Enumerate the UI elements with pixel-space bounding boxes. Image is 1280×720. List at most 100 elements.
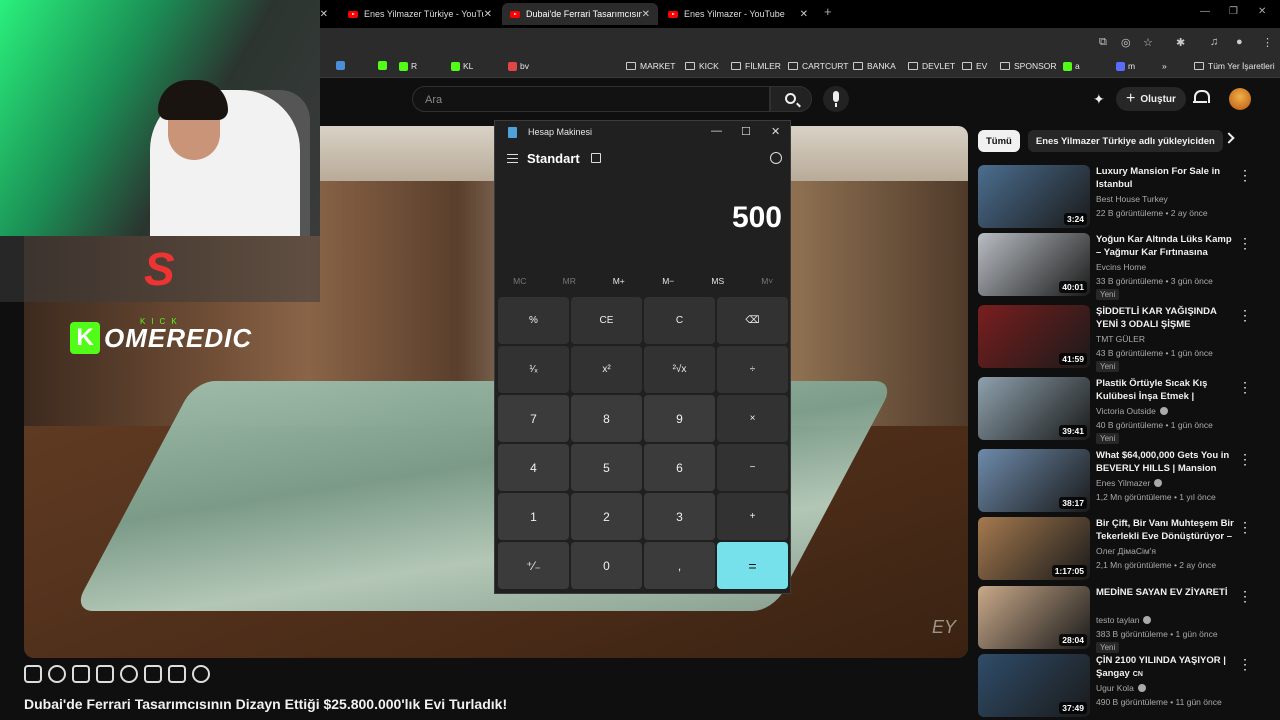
chevron-right-icon[interactable] [1223,132,1235,144]
calc-key[interactable]: × [717,395,788,442]
sparkle-icon[interactable]: ✦ [1093,91,1105,108]
hide-eye-icon[interactable]: ◎ [1121,36,1131,49]
calc-key[interactable]: 7 [498,395,569,442]
install-app-icon[interactable]: ⧉ [1099,36,1107,49]
more-actions-icon[interactable] [1238,167,1250,181]
video-thumbnail[interactable]: 41:59 [978,305,1090,368]
calc-key[interactable]: 6 [644,444,715,491]
more-actions-icon[interactable] [1238,307,1250,321]
calc-key[interactable]: , [644,542,715,589]
film-strip-icon[interactable] [96,665,114,683]
calc-key[interactable]: = [717,542,788,589]
bookmark-folder-cartcurt[interactable]: CARTCURT [788,61,848,71]
video-thumbnail[interactable]: 40:01 [978,233,1090,296]
close-tab-icon[interactable]: ✕ [484,9,492,20]
video-thumbnail[interactable]: 38:17 [978,449,1090,512]
calc-key[interactable]: 0 [571,542,642,589]
settings-gear-icon[interactable] [192,665,210,683]
channel-name[interactable]: Enes Yilmazer [1096,478,1163,488]
video-thumbnail[interactable]: 1:17:05 [978,517,1090,580]
calc-key[interactable]: 9 [644,395,715,442]
speed-gauge-icon[interactable] [120,665,138,683]
more-actions-icon[interactable] [1238,235,1250,249]
media-controls-icon[interactable]: ♫ [1210,36,1218,48]
close-icon[interactable]: ✕ [771,125,780,138]
search-input[interactable]: Ara [412,86,770,112]
bookmark-r[interactable]: R [399,61,417,71]
loop-icon[interactable] [24,665,42,683]
recommendation-item[interactable]: 28:04 MEDİNE SAYAN EV ZİYARETİ testo tayla… [978,586,1268,653]
avatar[interactable] [1229,88,1251,110]
channel-name[interactable]: Best House Turkey [1096,194,1168,204]
channel-name[interactable]: Victoria Outside [1096,406,1168,416]
recommendation-item[interactable]: 3:24 Luxury Mansion For Sale in Istanbul B… [978,165,1268,229]
close-tab-icon[interactable]: ✕ [320,9,328,20]
video-thumbnail[interactable]: 3:24 [978,165,1090,228]
more-actions-icon[interactable] [1238,656,1250,670]
channel-name[interactable]: Олег ДімаСім'я [1096,546,1156,556]
maximize-icon[interactable]: ☐ [741,125,751,138]
calc-key[interactable]: 2 [571,493,642,540]
bookmark-m2[interactable]: m [1116,61,1135,71]
notifications-bell-icon[interactable] [1193,90,1210,104]
recommendation-title[interactable]: Yoğun Kar Altında Lüks Kamp – Yağmur Kar… [1096,233,1236,260]
calc-key[interactable]: ⁺⁄₋ [498,542,569,589]
close-tab-icon[interactable]: ✕ [642,9,650,20]
recommendation-title[interactable]: Luxury Mansion For Sale in Istanbul [1096,165,1236,191]
bookmark-folder-filmler[interactable]: FİLMLER [731,61,781,71]
minimize-window-icon[interactable]: — [1200,6,1210,17]
bookmark-m[interactable] [336,61,348,70]
recommendation-title[interactable]: Bir Çift, Bir Vanı Muhteşem Bir Tekerlek… [1096,517,1236,544]
calc-key[interactable]: ⌫ [717,297,788,344]
recommendation-title[interactable]: ÇİN 2100 YILINDA YAŞIYOR | Şangay CN [1096,654,1236,681]
bookmark-folder-banka[interactable]: BANKA [853,61,896,71]
recommendation-item[interactable]: 37:49 ÇİN 2100 YILINDA YAŞIYOR | Şangay CN… [978,654,1268,718]
video-thumbnail[interactable]: 39:41 [978,377,1090,440]
bookmark-kick[interactable] [378,61,390,70]
recommendation-item[interactable]: 41:59 ŞİDDETLİ KAR YAĞIŞINDA YENİ 3 ODALI… [978,305,1268,372]
calc-key[interactable]: x² [571,346,642,393]
close-window-icon[interactable]: ✕ [1258,6,1266,17]
calc-key[interactable]: 3 [644,493,715,540]
channel-name[interactable]: Ugur Kola [1096,683,1146,693]
calc-key[interactable]: ÷ [717,346,788,393]
screenshot-camera-icon[interactable] [168,665,186,683]
more-actions-icon[interactable] [1238,379,1250,393]
more-actions-icon[interactable] [1238,588,1250,602]
bookmark-folder-all[interactable]: Tüm Yer İşaretleri [1194,61,1275,71]
calc-key[interactable]: ¹⁄ₓ [498,346,569,393]
voice-search-icon[interactable] [823,86,849,112]
recommendation-title[interactable]: MEDİNE SAYAN EV ZİYARETİ [1096,586,1236,599]
recommendation-title[interactable]: ŞİDDETLİ KAR YAĞIŞINDA YENİ 3 ODALI ŞİŞM… [1096,305,1236,332]
close-tab-icon[interactable]: ✕ [800,9,808,20]
profile-icon[interactable]: ● [1236,36,1243,48]
memory-button[interactable]: MR [545,273,595,289]
minimize-icon[interactable]: — [711,125,722,137]
channel-name[interactable]: testo taylan [1096,615,1152,625]
add-clip-icon[interactable] [144,665,162,683]
bookmark-folder-sponsor[interactable]: SPONSOR [1000,61,1057,71]
calc-key[interactable]: CE [571,297,642,344]
calc-key[interactable]: − [717,444,788,491]
bookmark-folder-devlet[interactable]: DEVLET [908,61,955,71]
create-button[interactable]: + Oluştur [1116,87,1186,111]
more-actions-icon[interactable] [1238,451,1250,465]
memory-button[interactable]: M− [644,273,694,289]
more-actions-icon[interactable] [1238,519,1250,533]
video-thumbnail[interactable]: 37:49 [978,654,1090,717]
calc-key[interactable]: 8 [571,395,642,442]
filter-chip[interactable]: Enes Yilmazer Türkiye adlı yükleyiciden [1027,130,1223,152]
video-thumbnail[interactable]: 28:04 [978,586,1090,649]
restore-window-icon[interactable]: ❐ [1229,6,1238,17]
channel-name[interactable]: TMT GÜLER [1096,334,1145,344]
bookmark-folder-kick[interactable]: KICK [685,61,719,71]
memory-button[interactable]: M˅ [743,273,793,289]
calc-key[interactable]: % [498,297,569,344]
recommendation-title[interactable]: Plastik Örtüyle Sıcak Kış Kulübesi İnşa … [1096,377,1236,404]
clapper-icon[interactable] [72,665,90,683]
more-bookmarks-icon[interactable]: » [1162,61,1167,71]
bookmark-a[interactable]: a [1063,61,1080,71]
tab-enes-turkiye[interactable]: Enes Yilmazer Türkiye - YouTub ✕ [340,3,500,25]
recommendation-title[interactable]: What $64,000,000 Gets You in BEVERLY HIL… [1096,449,1236,476]
bookmark-folder-ev[interactable]: EV [962,61,987,71]
